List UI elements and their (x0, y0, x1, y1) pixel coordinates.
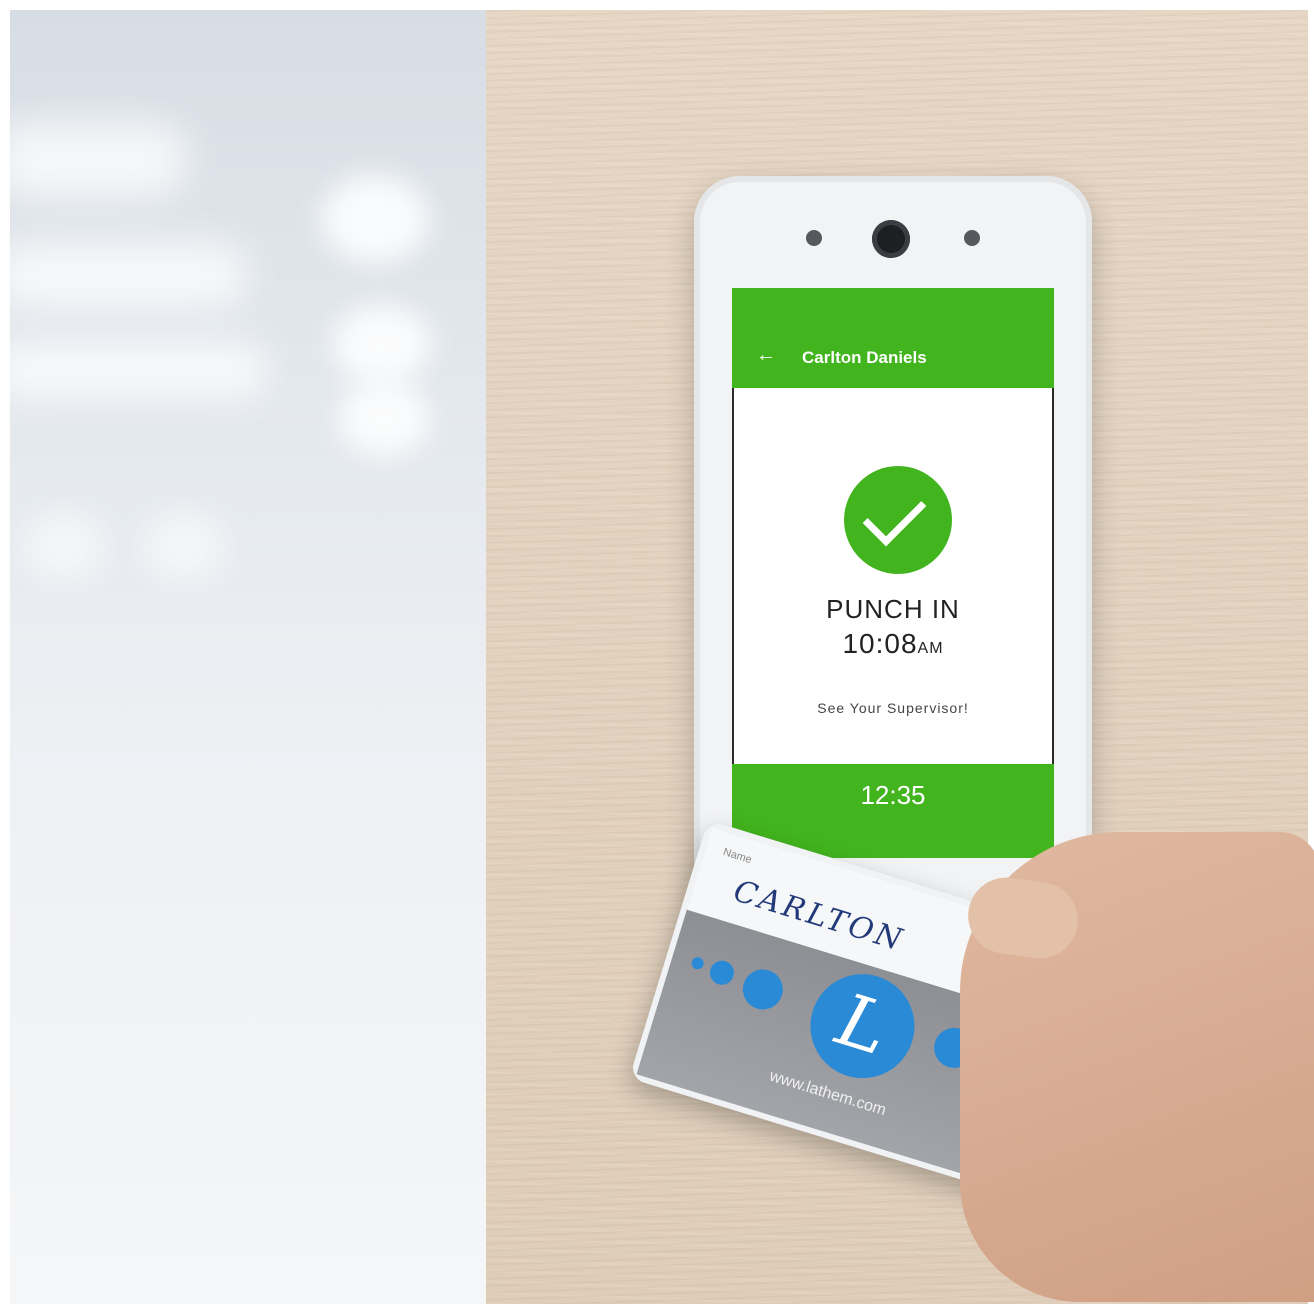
arrow-left-icon[interactable]: ← (756, 344, 776, 367)
bokeh-light (338, 380, 430, 456)
bokeh-light (10, 120, 190, 200)
camera-icon (872, 220, 910, 258)
bokeh-light (10, 340, 270, 400)
checkmark-icon (862, 482, 927, 547)
device-screen: ← Carlton Daniels PUNCH IN 10:08AM See Y… (732, 288, 1054, 858)
card-dot (690, 955, 706, 971)
bokeh-light (24, 510, 104, 580)
screen-header: ← Carlton Daniels (732, 288, 1054, 388)
sensor-led (806, 230, 822, 246)
bokeh-light (332, 304, 432, 384)
sensor-led (964, 230, 980, 246)
bokeh-light (144, 510, 224, 580)
punch-time-meridiem: AM (917, 640, 944, 657)
lathem-logo-icon: L (797, 961, 928, 1092)
card-dot (706, 957, 737, 988)
check-circle-icon (844, 466, 952, 574)
footer-time: 12:35 (860, 780, 926, 810)
bokeh-light (320, 174, 430, 264)
punch-time: 10:08AM (732, 628, 1054, 660)
logo-letter: L (827, 977, 899, 1072)
blurred-office-background (10, 10, 486, 1304)
card-name-label: Name (721, 846, 754, 867)
bokeh-light (10, 240, 250, 310)
punch-status: PUNCH IN (826, 594, 960, 624)
supervisor-message: See Your Supervisor! (817, 700, 969, 716)
employee-name: Carlton Daniels (802, 348, 927, 367)
punch-time-value: 10:08 (842, 628, 918, 659)
card-dot (737, 964, 788, 1015)
